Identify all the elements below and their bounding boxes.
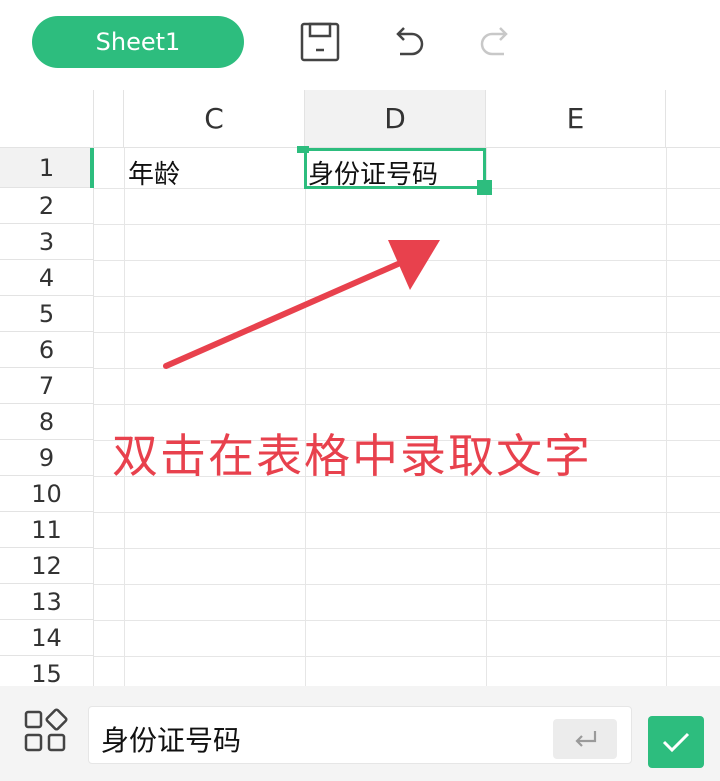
formula-input[interactable]: 身份证号码 bbox=[88, 706, 632, 764]
enter-button[interactable] bbox=[553, 719, 617, 759]
formula-bar: 身份证号码 bbox=[0, 686, 720, 781]
enter-icon bbox=[575, 731, 597, 747]
confirm-button[interactable] bbox=[648, 716, 704, 768]
top-toolbar: Sheet1 bbox=[0, 0, 720, 90]
sheet-tab-label: Sheet1 bbox=[95, 28, 181, 56]
checkmark-icon bbox=[662, 732, 690, 753]
save-icon[interactable] bbox=[298, 20, 342, 64]
keyboard-toggle-icon[interactable] bbox=[22, 708, 68, 754]
spreadsheet-grid: C D E 1 2 3 4 5 6 7 8 9 10 11 12 13 14 1… bbox=[0, 90, 720, 686]
annotation-arrow bbox=[163, 240, 440, 369]
sheet-tab[interactable]: Sheet1 bbox=[32, 16, 244, 68]
undo-icon[interactable] bbox=[386, 20, 430, 64]
formula-input-value: 身份证号码 bbox=[101, 724, 242, 757]
annotation-text: 双击在表格中录取文字 bbox=[112, 429, 592, 483]
redo-icon[interactable] bbox=[474, 20, 518, 64]
